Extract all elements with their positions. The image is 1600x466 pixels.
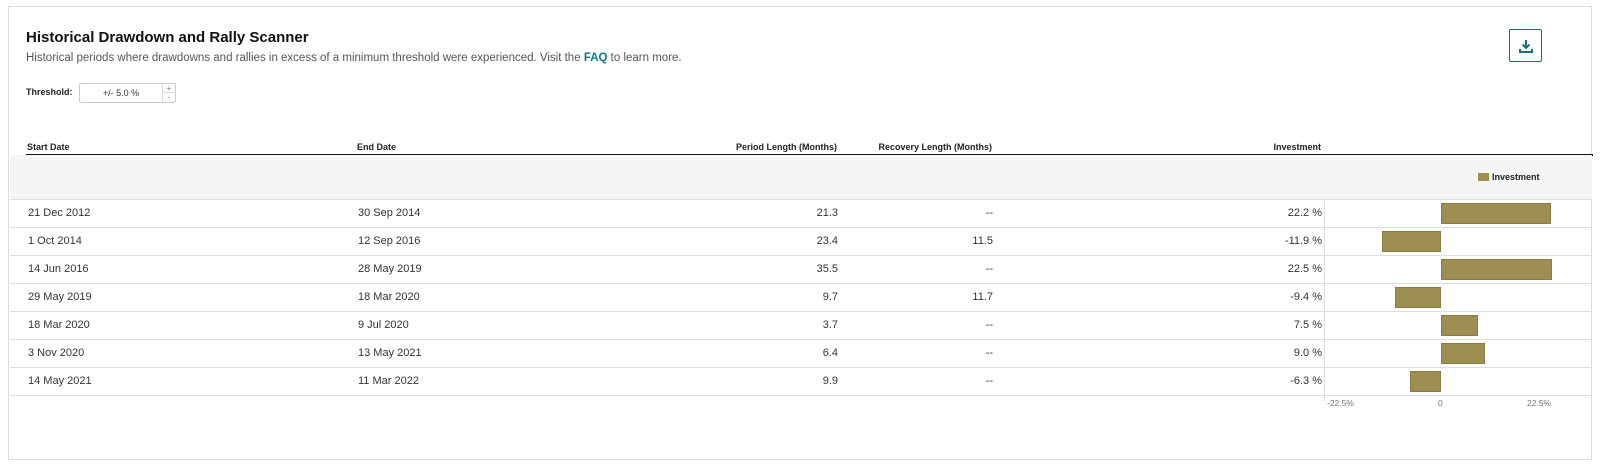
start-date-cell: 21 Dec 2012 bbox=[28, 207, 91, 219]
period-length-cell: 35.5 bbox=[816, 263, 838, 275]
column-header-recovery-length[interactable]: Recovery Length (Months) bbox=[878, 142, 992, 152]
table-row: 1 Oct 2014 12 Sep 2016 23.4 11.5 -11.9 % bbox=[10, 228, 1592, 256]
start-date-cell: 29 May 2019 bbox=[28, 291, 92, 303]
increment-button[interactable]: + bbox=[163, 84, 175, 93]
investment-bar[interactable] bbox=[1441, 203, 1551, 224]
start-date-cell: 3 Nov 2020 bbox=[28, 347, 85, 359]
investment-bar[interactable] bbox=[1441, 315, 1478, 336]
investment-cell: -6.3 % bbox=[1290, 375, 1322, 387]
drawdown-scanner-card: Historical Drawdown and Rally Scanner Hi… bbox=[8, 6, 1593, 460]
investment-cell: 22.2 % bbox=[1287, 207, 1322, 219]
end-date-cell: 9 Jul 2020 bbox=[358, 319, 409, 331]
investment-cell: 22.5 % bbox=[1287, 263, 1322, 275]
start-date-cell: 14 May 2021 bbox=[28, 375, 92, 387]
recovery-length-cell: 11.5 bbox=[972, 235, 993, 247]
start-date-cell: 18 Mar 2020 bbox=[28, 319, 90, 331]
download-button[interactable] bbox=[1509, 29, 1542, 62]
period-length-cell: 3.7 bbox=[822, 319, 838, 331]
end-date-cell: 30 Sep 2014 bbox=[358, 207, 421, 219]
investment-bar[interactable] bbox=[1394, 287, 1441, 308]
investment-cell: -9.4 % bbox=[1290, 291, 1322, 303]
end-date-cell: 13 May 2021 bbox=[358, 347, 422, 359]
period-length-cell: 23.4 bbox=[816, 235, 838, 247]
recovery-length-cell: -- bbox=[985, 263, 993, 275]
table-row: 18 Mar 2020 9 Jul 2020 3.7 -- 7.5 % bbox=[10, 312, 1592, 340]
start-date-cell: 14 Jun 2016 bbox=[28, 263, 89, 275]
axis-tick-label: 0 bbox=[1438, 398, 1443, 408]
subtitle-text-end: to learn more. bbox=[610, 52, 682, 64]
investment-bar[interactable] bbox=[1441, 343, 1486, 364]
column-header-period-length[interactable]: Period Length (Months) bbox=[736, 142, 837, 152]
threshold-label: Threshold: bbox=[26, 87, 73, 97]
period-length-cell: 9.7 bbox=[822, 291, 838, 303]
period-length-cell: 6.4 bbox=[822, 347, 838, 359]
recovery-length-cell: -- bbox=[985, 319, 993, 331]
table-row: 21 Dec 2012 30 Sep 2014 21.3 -- 22.2 % bbox=[10, 200, 1592, 228]
investment-bar[interactable] bbox=[1382, 231, 1441, 252]
column-header-end-date[interactable]: End Date bbox=[357, 142, 396, 152]
period-length-cell: 9.9 bbox=[822, 375, 838, 387]
page-subtitle: Historical periods where drawdowns and r… bbox=[26, 52, 682, 64]
end-date-cell: 12 Sep 2016 bbox=[358, 235, 421, 247]
decrement-button[interactable]: - bbox=[163, 93, 175, 102]
investment-bar[interactable] bbox=[1409, 371, 1441, 392]
column-header-investment[interactable]: Investment bbox=[1273, 142, 1321, 152]
period-length-cell: 21.3 bbox=[816, 207, 838, 219]
chart-axis-line bbox=[1324, 201, 1325, 401]
recovery-length-cell: -- bbox=[985, 375, 993, 387]
download-icon bbox=[1518, 39, 1533, 53]
investment-cell: 9.0 % bbox=[1293, 347, 1322, 359]
faq-link[interactable]: FAQ bbox=[584, 52, 608, 64]
axis-tick-label: 22.5% bbox=[1527, 398, 1552, 408]
start-date-cell: 1 Oct 2014 bbox=[28, 235, 82, 247]
end-date-cell: 28 May 2019 bbox=[358, 263, 422, 275]
recovery-length-cell: -- bbox=[985, 347, 993, 359]
table-row: 14 Jun 2016 28 May 2019 35.5 -- 22.5 % bbox=[10, 256, 1592, 284]
table-row: 14 May 2021 11 Mar 2022 9.9 -- -6.3 % bbox=[10, 368, 1592, 396]
end-date-cell: 18 Mar 2020 bbox=[358, 291, 420, 303]
recovery-length-cell: 11.7 bbox=[972, 291, 993, 303]
page-title: Historical Drawdown and Rally Scanner bbox=[26, 29, 309, 46]
investment-cell: -11.9 % bbox=[1284, 235, 1322, 247]
threshold-stepper: + - bbox=[79, 83, 176, 103]
legend-swatch bbox=[1478, 173, 1489, 181]
threshold-stepper-controls: + - bbox=[162, 84, 175, 102]
table-row: 29 May 2019 18 Mar 2020 9.7 11.7 -9.4 % bbox=[10, 284, 1592, 312]
threshold-input[interactable] bbox=[80, 84, 162, 102]
legend-label: Investment bbox=[1492, 172, 1540, 182]
subtitle-text: Historical periods where drawdowns and r… bbox=[26, 52, 581, 64]
table-row: 3 Nov 2020 13 May 2021 6.4 -- 9.0 % bbox=[10, 340, 1592, 368]
end-date-cell: 11 Mar 2022 bbox=[358, 375, 419, 387]
recovery-length-cell: -- bbox=[985, 207, 993, 219]
column-header-start-date[interactable]: Start Date bbox=[27, 142, 70, 152]
chart-legend[interactable]: Investment bbox=[1478, 172, 1540, 182]
investment-bar[interactable] bbox=[1441, 259, 1552, 280]
investment-cell: 7.5 % bbox=[1293, 319, 1322, 331]
legend-band bbox=[10, 155, 1592, 200]
axis-tick-label: -22.5% bbox=[1327, 398, 1354, 408]
